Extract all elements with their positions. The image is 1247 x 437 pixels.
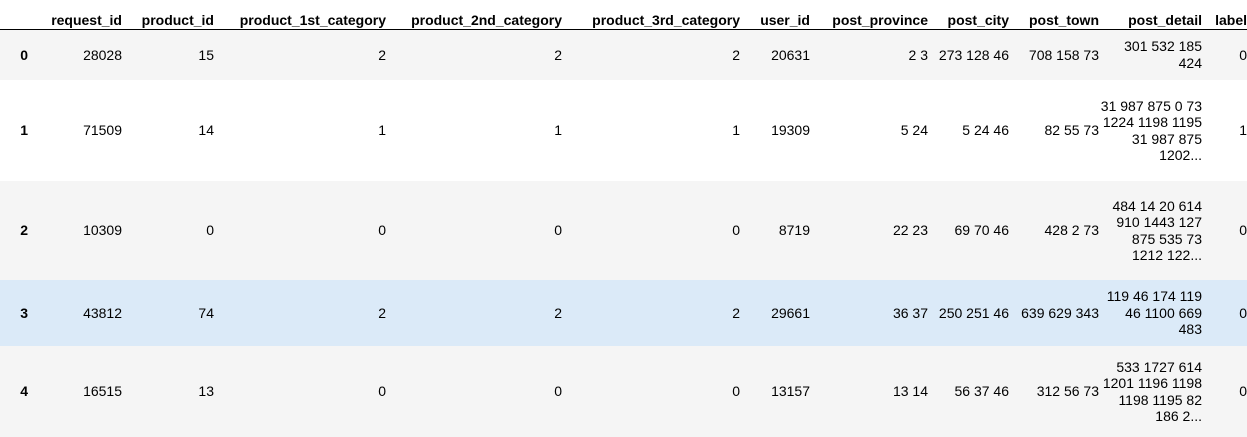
row-index: 1 — [20, 122, 28, 139]
dataframe-table: request_id product_id product_1st_catego… — [0, 0, 1247, 437]
header-product-1st-category: product_1st_category — [214, 0, 386, 30]
cell-post-town: 312 56 73 — [1036, 383, 1099, 400]
cell-product-3rd-category: 2 — [732, 304, 740, 321]
cell-post-city: 273 128 46 — [938, 46, 1009, 63]
cell-post-town: 639 629 343 — [1021, 304, 1099, 321]
cell-product-id: 14 — [198, 122, 214, 139]
header-post-town: post_town — [1009, 0, 1099, 30]
table-row: 1 71509 14 1 1 1 19309 5 24 5 24 46 82 5… — [0, 80, 1247, 181]
header-index — [0, 0, 28, 30]
row-index: 0 — [20, 46, 28, 63]
header-post-city: post_city — [928, 0, 1009, 30]
table-row: 0 28028 15 2 2 2 20631 2 3 273 128 46 70… — [0, 29, 1247, 80]
cell-post-detail: 31 987 875 0 73 1224 1198 1195 31 987 87… — [1100, 97, 1202, 164]
row-index: 2 — [20, 222, 28, 239]
cell-product-2nd-category: 0 — [554, 222, 562, 239]
cell-request-id: 16515 — [83, 383, 122, 400]
header-product-id: product_id — [122, 0, 214, 30]
cell-request-id: 71509 — [83, 122, 122, 139]
cell-request-id: 10309 — [83, 222, 122, 239]
cell-post-detail: 533 1727 614 1201 1196 1198 1198 1195 82… — [1102, 358, 1202, 425]
cell-product-3rd-category: 0 — [732, 222, 740, 239]
cell-post-city: 56 37 46 — [954, 383, 1010, 400]
cell-product-3rd-category: 0 — [732, 383, 740, 400]
cell-label: 1 — [1239, 122, 1247, 139]
cell-product-id: 13 — [198, 383, 214, 400]
cell-product-id: 0 — [206, 222, 214, 239]
cell-product-2nd-category: 2 — [554, 46, 562, 63]
header-user-id: user_id — [740, 0, 810, 30]
cell-user-id: 29661 — [771, 304, 810, 321]
cell-post-province: 13 14 — [892, 383, 928, 400]
header-product-2nd-category: product_2nd_category — [386, 0, 562, 30]
cell-post-detail: 119 46 174 119 46 1100 669 483 — [1106, 288, 1202, 338]
table-row: 4 16515 13 0 0 0 13157 13 14 56 37 46 31… — [0, 346, 1247, 437]
cell-user-id: 20631 — [771, 46, 810, 63]
cell-product-1st-category: 0 — [378, 222, 386, 239]
cell-post-city: 250 251 46 — [938, 304, 1009, 321]
header-row: request_id product_id product_1st_catego… — [0, 0, 1247, 30]
cell-post-town: 82 55 73 — [1044, 122, 1100, 139]
cell-post-city: 5 24 46 — [962, 122, 1009, 139]
table-header: request_id product_id product_1st_catego… — [0, 0, 1247, 30]
cell-user-id: 13157 — [771, 383, 810, 400]
cell-label: 0 — [1239, 383, 1247, 400]
cell-post-detail: 301 532 185 424 — [1124, 38, 1202, 71]
cell-post-province: 36 37 — [892, 304, 928, 321]
cell-request-id: 43812 — [83, 304, 122, 321]
cell-user-id: 19309 — [771, 122, 810, 139]
cell-label: 0 — [1239, 222, 1247, 239]
cell-product-3rd-category: 2 — [732, 46, 740, 63]
header-post-detail: post_detail — [1099, 0, 1202, 30]
cell-product-2nd-category: 1 — [554, 122, 562, 139]
cell-product-id: 15 — [198, 46, 214, 63]
cell-product-3rd-category: 1 — [732, 122, 740, 139]
cell-post-detail: 484 14 20 614 910 1443 127 875 535 73 12… — [1112, 197, 1202, 264]
cell-product-id: 74 — [198, 304, 214, 321]
cell-post-town: 428 2 73 — [1044, 222, 1100, 239]
table-row-hovered: 3 43812 74 2 2 2 29661 36 37 250 251 46 … — [0, 280, 1247, 346]
cell-request-id: 28028 — [83, 46, 122, 63]
cell-product-1st-category: 2 — [378, 304, 386, 321]
cell-post-province: 22 23 — [892, 222, 928, 239]
table-row: 2 10309 0 0 0 0 8719 22 23 69 70 46 428 … — [0, 181, 1247, 280]
header-product-3rd-category: product_3rd_category — [562, 0, 740, 30]
cell-post-city: 69 70 46 — [954, 222, 1010, 239]
row-index: 4 — [20, 383, 28, 400]
cell-product-1st-category: 0 — [378, 383, 386, 400]
cell-product-2nd-category: 0 — [554, 383, 562, 400]
cell-product-1st-category: 1 — [378, 122, 386, 139]
cell-label: 0 — [1239, 304, 1247, 321]
cell-post-province: 2 3 — [908, 46, 928, 63]
cell-post-province: 5 24 — [900, 122, 928, 139]
cell-user-id: 8719 — [778, 222, 810, 239]
cell-product-2nd-category: 2 — [554, 304, 562, 321]
table-body: 0 28028 15 2 2 2 20631 2 3 273 128 46 70… — [0, 29, 1247, 437]
header-post-province: post_province — [810, 0, 928, 30]
header-request-id: request_id — [28, 0, 122, 30]
header-label: label — [1202, 0, 1247, 30]
cell-label: 0 — [1239, 46, 1247, 63]
cell-post-town: 708 158 73 — [1028, 46, 1099, 63]
cell-product-1st-category: 2 — [378, 46, 386, 63]
row-index: 3 — [20, 304, 28, 321]
